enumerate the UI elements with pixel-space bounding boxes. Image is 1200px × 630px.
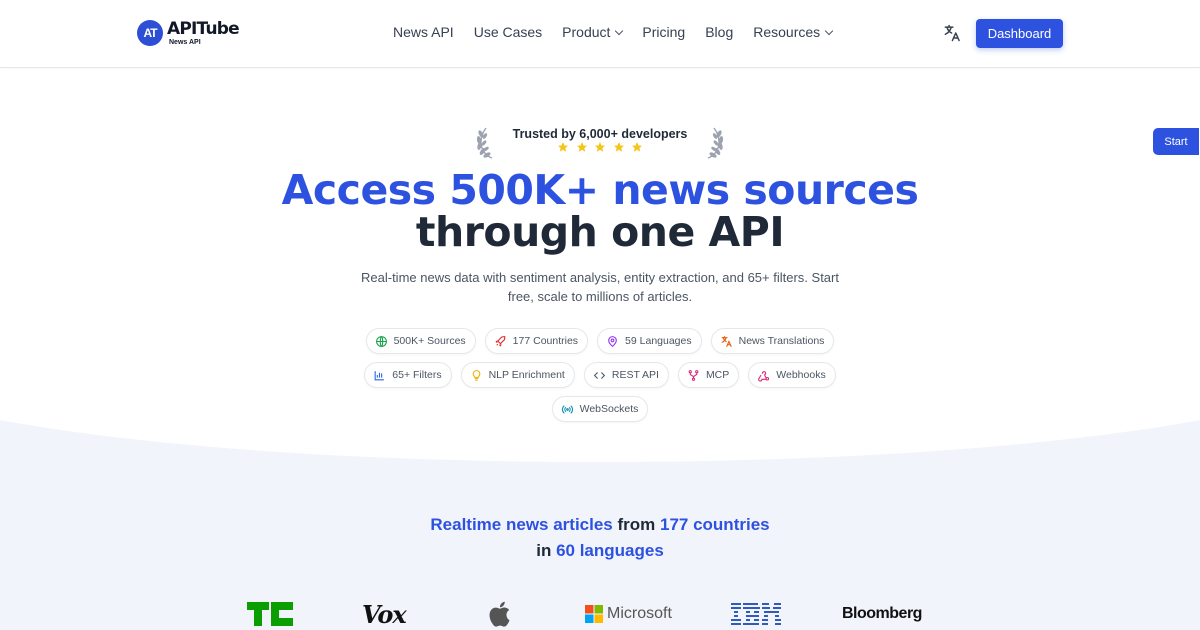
nav-item-pricing[interactable]: Pricing: [642, 24, 685, 40]
feature-chip-sources: 500K+ Sources: [365, 328, 476, 354]
apple-logo: [486, 598, 516, 630]
techcrunch-logo: [247, 598, 293, 630]
chevron-down-icon: [824, 26, 834, 35]
feature-chip-mcp: MCP: [677, 362, 740, 388]
lightbulb-icon: [472, 369, 480, 381]
feature-chips: 500K+ Sources 177 Countries 59 Languages…: [360, 328, 840, 422]
trusted-badge: Trusted by 6,000+ developers: [475, 124, 725, 162]
feature-chip-rest: REST API: [583, 362, 669, 388]
webhook-icon: [758, 370, 770, 382]
trusted-text: Trusted by 6,000+ developers: [512, 127, 688, 141]
hero-lead: Real-time news data with sentiment analy…: [361, 270, 839, 304]
vox-logo: Vox: [362, 599, 407, 629]
feature-chip-filters: 65+ Filters: [364, 362, 452, 388]
hero-headline-sub: through one API: [415, 208, 785, 256]
code-icon: [593, 371, 606, 379]
coverage-title: Realtime news articles from 177 countrie…: [430, 515, 770, 560]
rocket-icon: [495, 335, 506, 346]
nav-item-use-cases[interactable]: Use Cases: [474, 24, 542, 40]
feature-chip-webhooks: Webhooks: [748, 362, 836, 388]
bloomberg-logo: Bloomberg: [842, 605, 922, 622]
apitube-logo-icon: AT: [137, 20, 163, 46]
chevron-down-icon: [615, 26, 624, 35]
star-icon: [558, 142, 568, 152]
feature-chip-languages: 59 Languages: [597, 328, 702, 354]
feature-chip-countries: 177 Countries: [484, 328, 589, 354]
microsoft-logo: Microsoft: [585, 598, 672, 630]
start-tab-button[interactable]: Start: [1153, 128, 1199, 155]
brand-logo[interactable]: AT APITube News API: [137, 18, 240, 46]
star-icon: [595, 142, 605, 152]
bar-chart-icon: [374, 370, 385, 380]
network-icon: [688, 369, 699, 381]
feature-chip-translations: News Translations: [710, 328, 835, 354]
rating-stars: [557, 141, 643, 153]
hero-headline: Access 500K+ news sources: [281, 166, 919, 214]
map-pin-icon: [608, 335, 617, 347]
translate-icon: [721, 335, 732, 347]
laurel-right-icon: [707, 127, 724, 159]
brand-subtitle: News API: [169, 38, 201, 46]
feature-chip-nlp: NLP Enrichment: [460, 362, 575, 388]
nav-item-blog[interactable]: Blog: [705, 24, 733, 40]
star-icon: [576, 142, 587, 152]
ibm-logo: [731, 598, 781, 630]
dashboard-button[interactable]: Dashboard: [976, 19, 1063, 48]
main-nav: News API Use Cases Product Pricing Blog …: [393, 24, 852, 40]
globe-icon: [375, 335, 387, 347]
star-icon: [632, 142, 642, 152]
site-header: AT APITube News API News API Use Cases P…: [0, 0, 1200, 68]
broadcast-icon: [561, 404, 573, 414]
nav-item-resources[interactable]: Resources: [753, 24, 834, 40]
press-logos: Vox Microsoft Bloomberg: [0, 598, 1200, 630]
brand-name: APITube: [167, 18, 240, 39]
translate-icon[interactable]: [942, 23, 962, 43]
star-icon: [613, 142, 624, 152]
nav-item-news-api[interactable]: News API: [393, 24, 454, 40]
nav-item-product[interactable]: Product: [562, 24, 624, 40]
